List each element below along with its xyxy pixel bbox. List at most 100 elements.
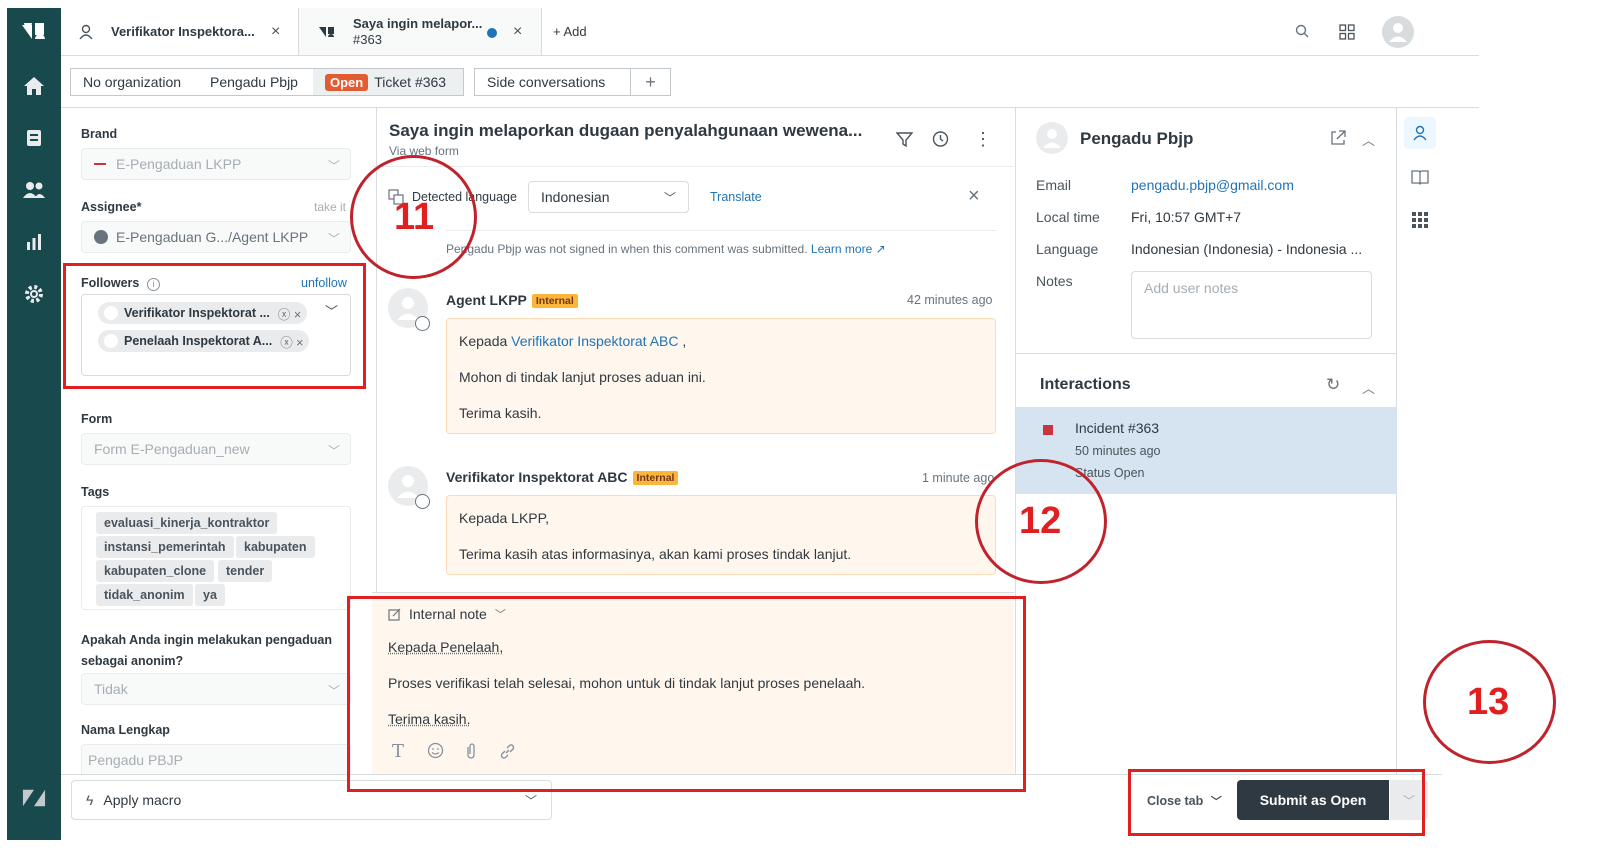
avatar xyxy=(1036,122,1068,154)
add-tab-button[interactable]: + Add xyxy=(553,8,613,55)
name-input[interactable]: Pengadu PBJP xyxy=(81,744,351,776)
requester-breadcrumb[interactable]: Pengadu Pbjp xyxy=(198,68,314,96)
interactions-title: Interactions xyxy=(1040,376,1131,393)
tag[interactable]: ya xyxy=(195,584,225,606)
notes-textarea[interactable]: Add user notes xyxy=(1131,271,1372,339)
tab-sub: #363 xyxy=(353,31,382,47)
tab-ticket-363[interactable]: Saya ingin melapor... #363 × xyxy=(298,8,542,55)
ticket-subject[interactable]: Saya ingin melaporkan dugaan penyalahgun… xyxy=(389,121,862,141)
ticket-breadcrumb[interactable]: Open Ticket #363 xyxy=(313,68,464,96)
tag[interactable]: evaluasi_kinerja_kontraktor xyxy=(96,512,278,534)
message-line: Kepada LKPP, xyxy=(459,510,550,526)
assignee-value: E-Pengaduan G.../Agent LKPP xyxy=(116,229,309,245)
translate-button[interactable]: Translate xyxy=(710,190,762,204)
annotation-number-11: 11 xyxy=(394,196,435,238)
take-it-link[interactable]: take it xyxy=(314,200,346,214)
search-icon[interactable] xyxy=(1295,24,1309,41)
refresh-icon[interactable]: ↻ xyxy=(1326,375,1340,395)
divider xyxy=(446,230,996,231)
user-name[interactable]: Pengadu Pbjp xyxy=(1080,129,1193,149)
close-icon[interactable]: × xyxy=(968,186,980,206)
chevron-down-icon: ﹀ xyxy=(327,232,340,246)
ticket-number: Ticket #363 xyxy=(374,74,447,90)
status-badge: Open xyxy=(325,73,369,91)
chevron-down-icon: ﹀ xyxy=(327,159,340,173)
apply-macro-label: Apply macro xyxy=(103,792,182,808)
name-label: Nama Lengkap xyxy=(81,723,170,737)
mention-link[interactable]: Verifikator Inspektorat ABC xyxy=(511,333,678,349)
agent-badge-icon xyxy=(415,494,430,509)
chevron-down-icon: ﹀ xyxy=(524,794,537,808)
anonymous-value: Tidak xyxy=(94,681,128,697)
tag[interactable]: instansi_pemerintah xyxy=(96,536,234,558)
org-breadcrumb[interactable]: No organization xyxy=(70,68,199,96)
tab-verifikator[interactable]: Verifikator Inspektora... × xyxy=(61,8,298,55)
tag[interactable]: tidak_anonim xyxy=(96,584,193,606)
local-time-label: Local time xyxy=(1036,209,1100,225)
internal-badge: Internal xyxy=(531,294,578,308)
unsaved-dot xyxy=(487,28,497,38)
brand-select[interactable]: E-Pengaduan LKPP ﹀ xyxy=(81,148,351,180)
interaction-title: Incident #363 xyxy=(1075,420,1160,436)
chevron-up-icon[interactable]: ︿ xyxy=(1362,130,1375,149)
reporting-icon[interactable] xyxy=(22,230,46,254)
apps-grid-icon[interactable] xyxy=(1339,24,1355,43)
message-author[interactable]: Verifikator Inspektorat ABC Internal xyxy=(446,469,679,485)
tag[interactable]: kabupaten xyxy=(236,536,315,558)
add-side-conversation-button[interactable]: + xyxy=(630,68,671,96)
name-value: Pengadu PBJP xyxy=(88,752,183,768)
more-options-icon[interactable]: ⋮ xyxy=(974,130,992,148)
zendesk-logo-icon[interactable] xyxy=(22,20,46,44)
admin-gear-icon[interactable] xyxy=(22,282,46,306)
zendesk-z-icon[interactable] xyxy=(22,786,46,810)
user-context-icon[interactable] xyxy=(1404,117,1436,149)
language-value[interactable]: Indonesian (Indonesia) - Indonesia ... xyxy=(1131,241,1362,257)
avatar[interactable] xyxy=(388,288,430,331)
chevron-down-icon: ﹀ xyxy=(327,444,340,458)
home-icon[interactable] xyxy=(22,74,46,98)
annotation-number-13: 13 xyxy=(1467,681,1510,723)
apps-icon[interactable] xyxy=(1412,212,1428,231)
chevron-up-icon[interactable]: ︿ xyxy=(1362,378,1375,397)
highlight-box-composer xyxy=(347,596,1026,792)
agent-badge-icon xyxy=(415,316,430,331)
message-timestamp: 1 minute ago xyxy=(922,471,995,485)
customers-icon[interactable] xyxy=(22,178,46,202)
assignee-select[interactable]: E-Pengaduan G.../Agent LKPP ﹀ xyxy=(81,221,351,253)
profile-avatar[interactable] xyxy=(1382,16,1414,48)
message-author[interactable]: Agent LKPP Internal xyxy=(446,292,578,308)
close-tab-icon[interactable]: × xyxy=(271,23,280,41)
chevron-down-icon: ﹀ xyxy=(327,684,340,698)
interaction-time: 50 minutes ago xyxy=(1075,444,1161,458)
side-conversations-button[interactable]: Side conversations xyxy=(474,68,631,96)
tag[interactable]: tender xyxy=(218,560,273,582)
tab-bar: Verifikator Inspektora... × Saya ingin m… xyxy=(61,8,1479,56)
filter-icon[interactable] xyxy=(895,131,914,151)
email-label: Email xyxy=(1036,177,1072,193)
tag[interactable]: kabupaten_clone xyxy=(96,560,215,582)
ticket-properties-panel: Brand E-Pengaduan LKPP ﹀ Assignee* take … xyxy=(61,108,377,792)
history-icon[interactable] xyxy=(931,130,949,151)
chevron-down-icon: ﹀ xyxy=(663,191,676,205)
email-value[interactable]: pengadu.pbjp@gmail.com xyxy=(1131,177,1294,193)
open-external-icon[interactable] xyxy=(1330,130,1346,149)
divider xyxy=(1016,353,1397,354)
brand-value: E-Pengaduan LKPP xyxy=(116,156,242,172)
learn-more-link[interactable]: Learn more xyxy=(811,242,872,256)
notes-label: Notes xyxy=(1036,273,1073,289)
product-nav xyxy=(7,8,61,840)
views-icon[interactable] xyxy=(22,126,46,150)
anonymous-select[interactable]: Tidak ﹀ xyxy=(81,673,351,705)
form-value: Form E-Pengaduan_new xyxy=(94,441,250,457)
close-tab-icon[interactable]: × xyxy=(513,23,522,41)
language-select[interactable]: Indonesian ﹀ xyxy=(528,181,689,213)
customer-context-panel: Pengadu Pbjp ︿ Email pengadu.pbjp@gmail.… xyxy=(1015,108,1397,774)
message-line: Terima kasih atas informasinya, akan kam… xyxy=(459,546,852,562)
incident-status-icon xyxy=(1043,425,1053,435)
tags-field[interactable]: evaluasi_kinerja_kontraktor instansi_pem… xyxy=(81,506,351,610)
form-select[interactable]: Form E-Pengaduan_new ﹀ xyxy=(81,433,351,465)
message-body: Kepada LKPP, Terima kasih atas informasi… xyxy=(446,495,996,575)
avatar[interactable] xyxy=(388,466,430,509)
knowledge-book-icon[interactable] xyxy=(1411,169,1429,188)
ticket-logo-icon xyxy=(319,26,334,37)
